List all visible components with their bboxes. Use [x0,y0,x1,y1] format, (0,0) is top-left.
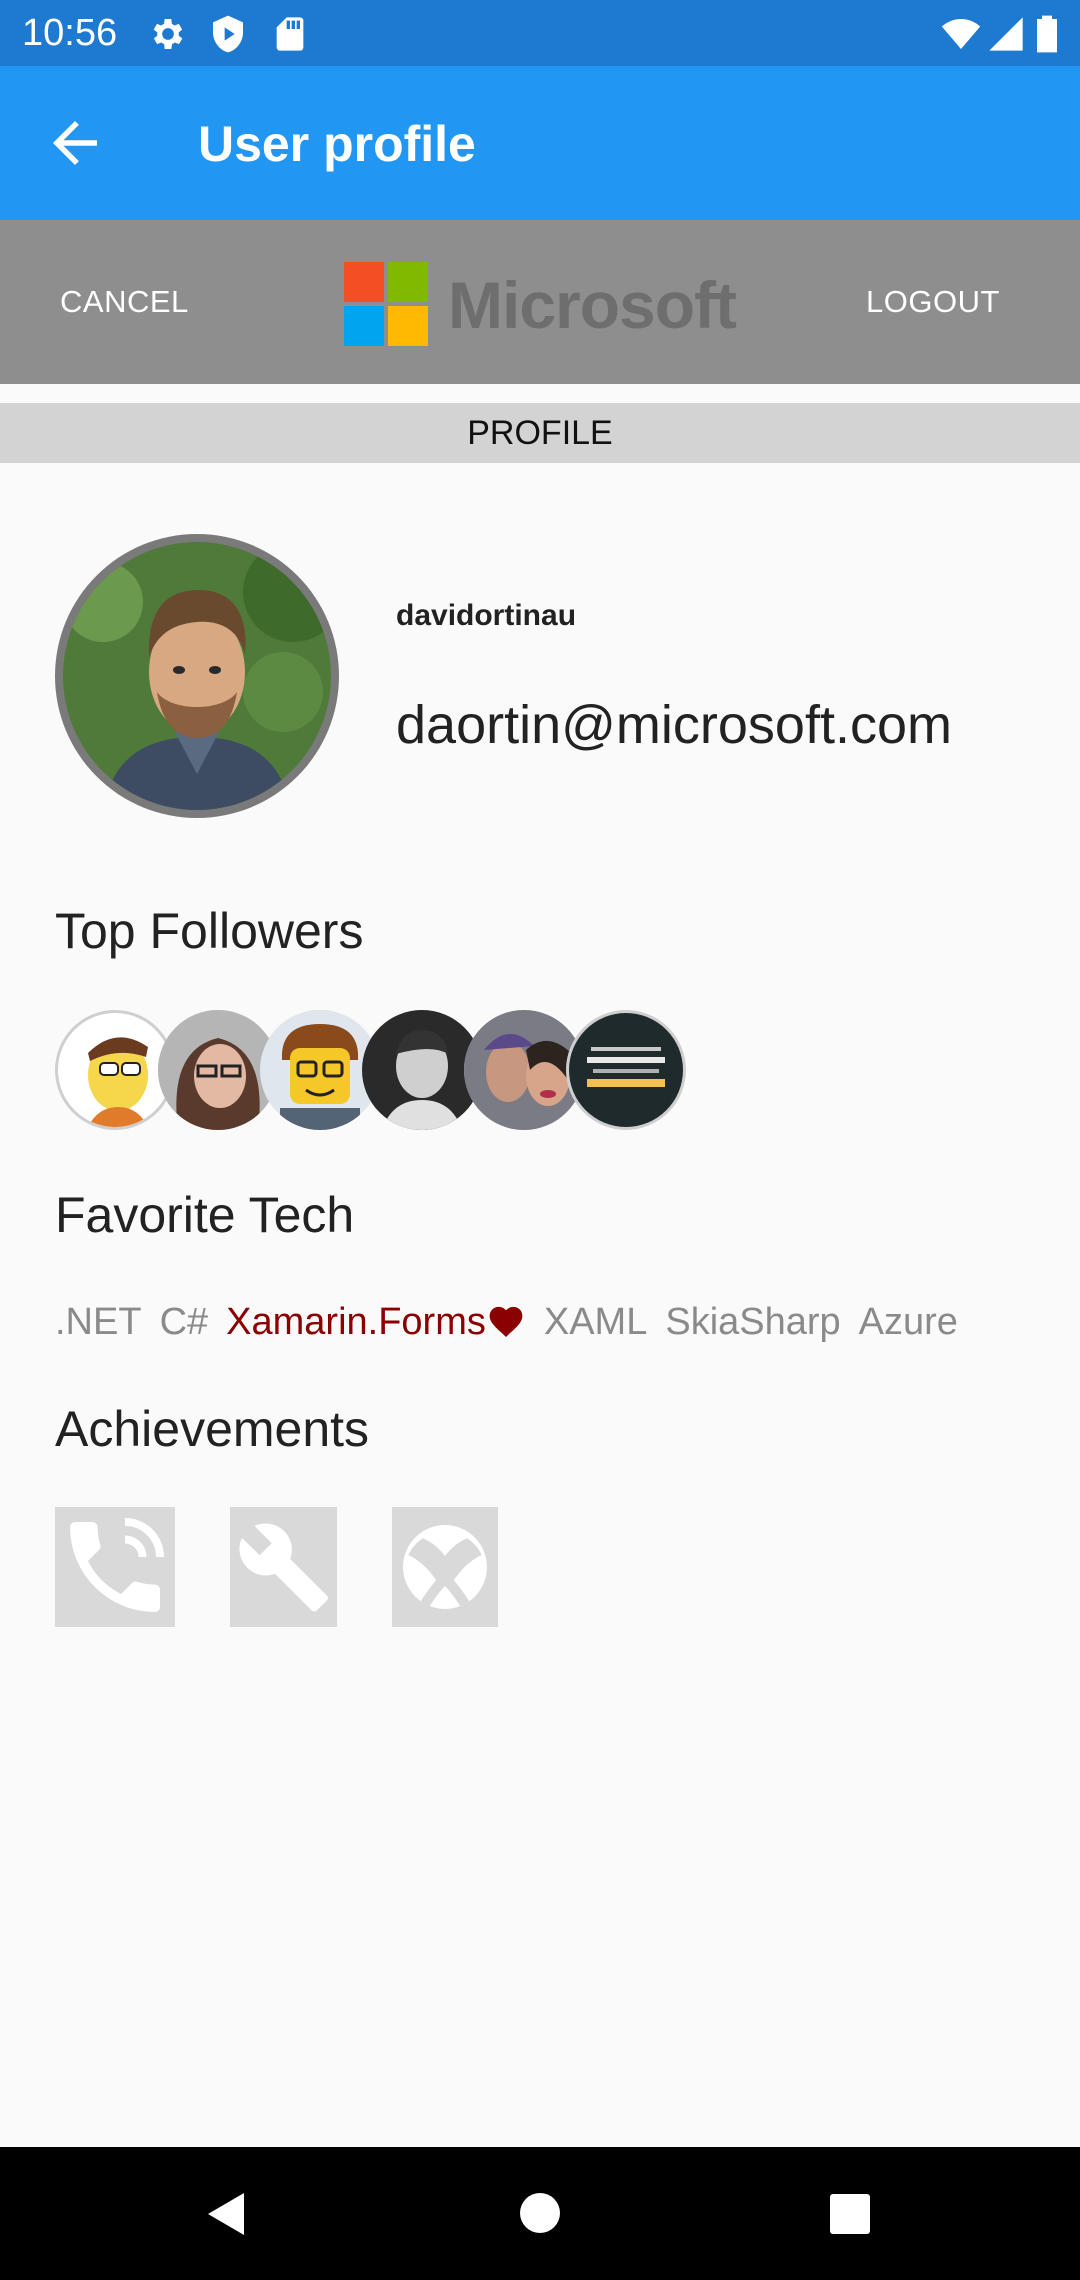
wifi-icon [941,19,981,49]
tech-tag[interactable]: XAML [544,1301,647,1343]
microsoft-logo: Microsoft [344,262,744,348]
tech-tag[interactable]: .NET [55,1301,142,1343]
page-title: User profile [198,116,476,172]
favorite-tech-heading: Favorite Tech [55,1187,355,1243]
tech-tag-favorite[interactable]: Xamarin.Forms [226,1301,486,1343]
top-followers-heading: Top Followers [55,903,364,959]
tech-list: .NET C# Xamarin.Forms XAML SkiaSharp Azure [55,1294,976,1350]
toolbar: CANCEL Microsoft LOGOUT [0,220,1080,384]
avatar [55,534,339,818]
gear-icon [153,19,183,49]
status-time: 10:56 [22,12,118,54]
tech-tag[interactable]: SkiaSharp [665,1301,840,1343]
shield-play-icon [213,15,243,53]
follower-avatar[interactable] [566,1010,686,1130]
recents-square-icon[interactable] [829,2193,871,2235]
tab-bar: PROFILE [0,403,1080,463]
tech-tag[interactable]: Azure [859,1301,958,1343]
status-bar: 10:56 [0,0,1080,66]
follower-avatar[interactable] [55,1010,175,1130]
home-circle-icon[interactable] [518,2191,562,2235]
sd-card-icon [276,17,304,51]
navigation-bar [0,2147,1080,2280]
cell-signal-icon [989,17,1023,51]
wrench-icon[interactable] [230,1507,337,1627]
tech-tag[interactable]: C# [160,1301,209,1343]
heart-icon [489,1306,523,1338]
email: daortin@microsoft.com [396,695,952,755]
achievements-heading: Achievements [55,1401,370,1457]
tab-profile[interactable]: PROFILE [0,403,1080,463]
app-bar: User profile [0,66,1080,220]
logout-button[interactable]: LOGOUT [866,280,1000,324]
battery-icon [1037,15,1057,53]
username: davidortinau [396,599,577,632]
back-triangle-icon[interactable] [204,2191,248,2237]
xbox-icon[interactable] [392,1507,498,1627]
phone-call-icon[interactable] [55,1507,175,1627]
microsoft-wordmark: Microsoft [448,268,737,342]
back-arrow-icon[interactable] [40,110,110,176]
cancel-button[interactable]: CANCEL [60,280,189,324]
